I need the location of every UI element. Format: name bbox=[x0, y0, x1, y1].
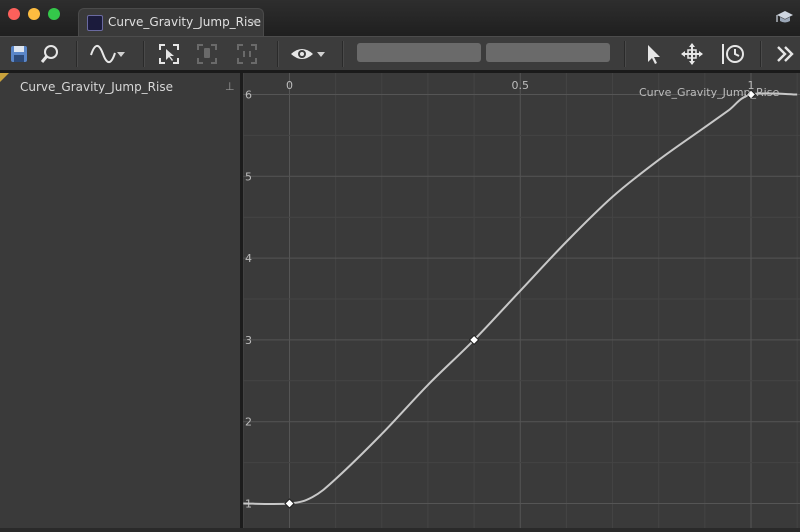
minimize-window-button[interactable] bbox=[28, 8, 40, 20]
curve-name-label: Curve_Gravity_Jump_Rise bbox=[639, 86, 779, 99]
y-tick-label: 3 bbox=[245, 334, 252, 347]
tab-curve-editor[interactable]: Curve_Gravity_Jump_Rise × bbox=[78, 8, 264, 36]
frame-all-icon bbox=[237, 44, 257, 64]
more-icon bbox=[777, 46, 794, 62]
save-icon bbox=[11, 46, 27, 62]
pan-tool-button[interactable] bbox=[678, 40, 706, 68]
curve-list-item[interactable]: Curve_Gravity_Jump_Rise bbox=[20, 80, 173, 94]
pan-icon bbox=[681, 43, 703, 65]
save-button[interactable] bbox=[6, 40, 32, 68]
curve-list-panel: Curve_Gravity_Jump_Rise ⊥ bbox=[0, 73, 240, 528]
graduation-cap-icon[interactable] bbox=[776, 9, 794, 25]
visibility-dropdown[interactable] bbox=[288, 40, 328, 68]
more-options-button[interactable] bbox=[772, 40, 798, 68]
zoom-window-button[interactable] bbox=[48, 8, 60, 20]
tab-close-button[interactable]: × bbox=[249, 15, 258, 28]
find-in-browser-icon bbox=[40, 45, 58, 63]
y-tick-label: 5 bbox=[245, 170, 252, 183]
find-in-browser-button[interactable] bbox=[36, 40, 64, 68]
y-tick-label: 2 bbox=[245, 416, 252, 429]
frame-all-button[interactable] bbox=[234, 40, 260, 68]
y-tick-label: 4 bbox=[245, 252, 252, 265]
visibility-icon bbox=[291, 49, 325, 59]
tab-title: Curve_Gravity_Jump_Rise bbox=[108, 15, 261, 29]
time-tool-button[interactable] bbox=[718, 40, 748, 68]
curve-asset-icon bbox=[87, 15, 103, 31]
y-tick-label: 6 bbox=[245, 89, 252, 102]
value-input-field[interactable] bbox=[486, 43, 610, 62]
time-icon bbox=[722, 44, 744, 64]
x-tick-label: 0.5 bbox=[512, 79, 530, 92]
curve-type-icon bbox=[90, 44, 125, 64]
time-input-field[interactable] bbox=[357, 43, 481, 62]
frame-selected-button[interactable] bbox=[194, 40, 220, 68]
select-icon bbox=[159, 44, 179, 64]
curve-type-dropdown[interactable] bbox=[88, 40, 128, 68]
toolbar bbox=[0, 36, 800, 70]
pin-icon[interactable]: ⊥ bbox=[225, 80, 235, 93]
panel-corner-marker bbox=[0, 73, 9, 82]
curve-graph[interactable]: 0 0.5 1 123456 Curve_Gravity_Jump_Rise bbox=[242, 73, 800, 528]
select-button[interactable] bbox=[156, 40, 182, 68]
pointer-icon bbox=[648, 45, 660, 64]
x-tick-label: 0 bbox=[286, 79, 293, 92]
pointer-tool-button[interactable] bbox=[640, 40, 666, 68]
title-bar: Curve_Gravity_Jump_Rise × bbox=[0, 0, 800, 36]
graph-background bbox=[243, 73, 800, 528]
close-window-button[interactable] bbox=[8, 8, 20, 20]
frame-icon bbox=[197, 44, 217, 64]
curve-graph-panel[interactable]: 0 0.5 1 123456 Curve_Gravity_Jump_Rise bbox=[242, 73, 800, 528]
